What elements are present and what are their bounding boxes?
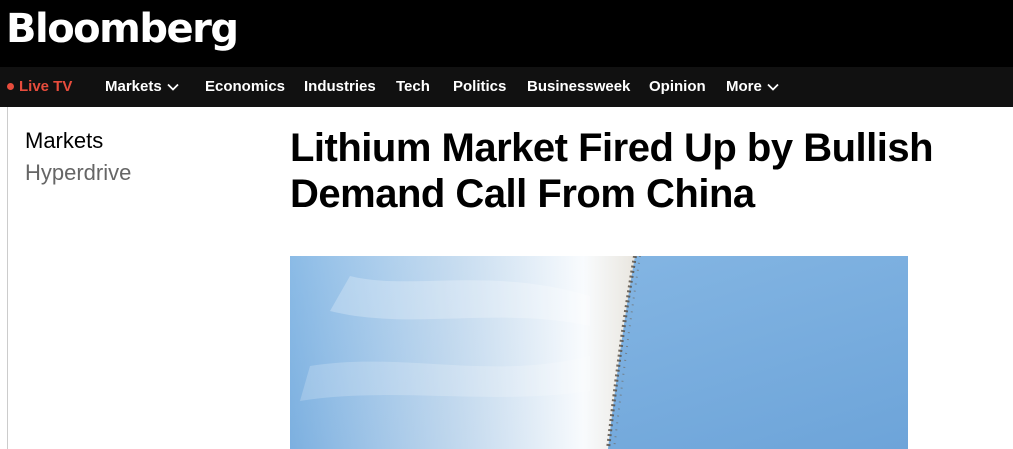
nav-tech[interactable]: Tech [396, 67, 430, 107]
nav-opinion[interactable]: Opinion [649, 67, 706, 107]
hero-image [290, 256, 908, 449]
nav-industries[interactable]: Industries [304, 67, 376, 107]
nav-economics[interactable]: Economics [205, 67, 285, 107]
nav-live-tv-label: Live TV [19, 78, 73, 95]
nav-opinion-label: Opinion [649, 78, 706, 95]
nav-live-tv[interactable]: Live TV [7, 67, 72, 107]
section-hyperdrive-link[interactable]: Hyperdrive [25, 159, 131, 187]
main-navigation: Live TV Markets Economics Industries Tec… [0, 67, 1013, 107]
nav-more[interactable]: More [726, 67, 779, 107]
chevron-down-icon [167, 83, 179, 91]
nav-politics[interactable]: Politics [453, 67, 506, 107]
live-dot-icon [7, 83, 14, 90]
section-markets-link[interactable]: Markets [25, 127, 103, 155]
nav-businessweek-label: Businessweek [527, 78, 631, 95]
nav-economics-label: Economics [205, 78, 286, 95]
nav-more-label: More [726, 78, 762, 95]
article-headline: Lithium Market Fired Up by Bullish Deman… [290, 126, 934, 216]
chevron-down-icon [767, 83, 779, 91]
bloomberg-logo[interactable]: Bloomberg [6, 4, 239, 54]
sidebar-divider [7, 107, 8, 449]
nav-markets-label: Markets [105, 78, 162, 95]
nav-industries-label: Industries [304, 78, 376, 95]
nav-politics-label: Politics [453, 78, 507, 95]
site-header: Bloomberg [0, 0, 1013, 67]
nav-tech-label: Tech [396, 78, 430, 95]
lithium-spray-photo [290, 256, 908, 449]
nav-businessweek[interactable]: Businessweek [527, 67, 630, 107]
nav-markets[interactable]: Markets [105, 67, 179, 107]
